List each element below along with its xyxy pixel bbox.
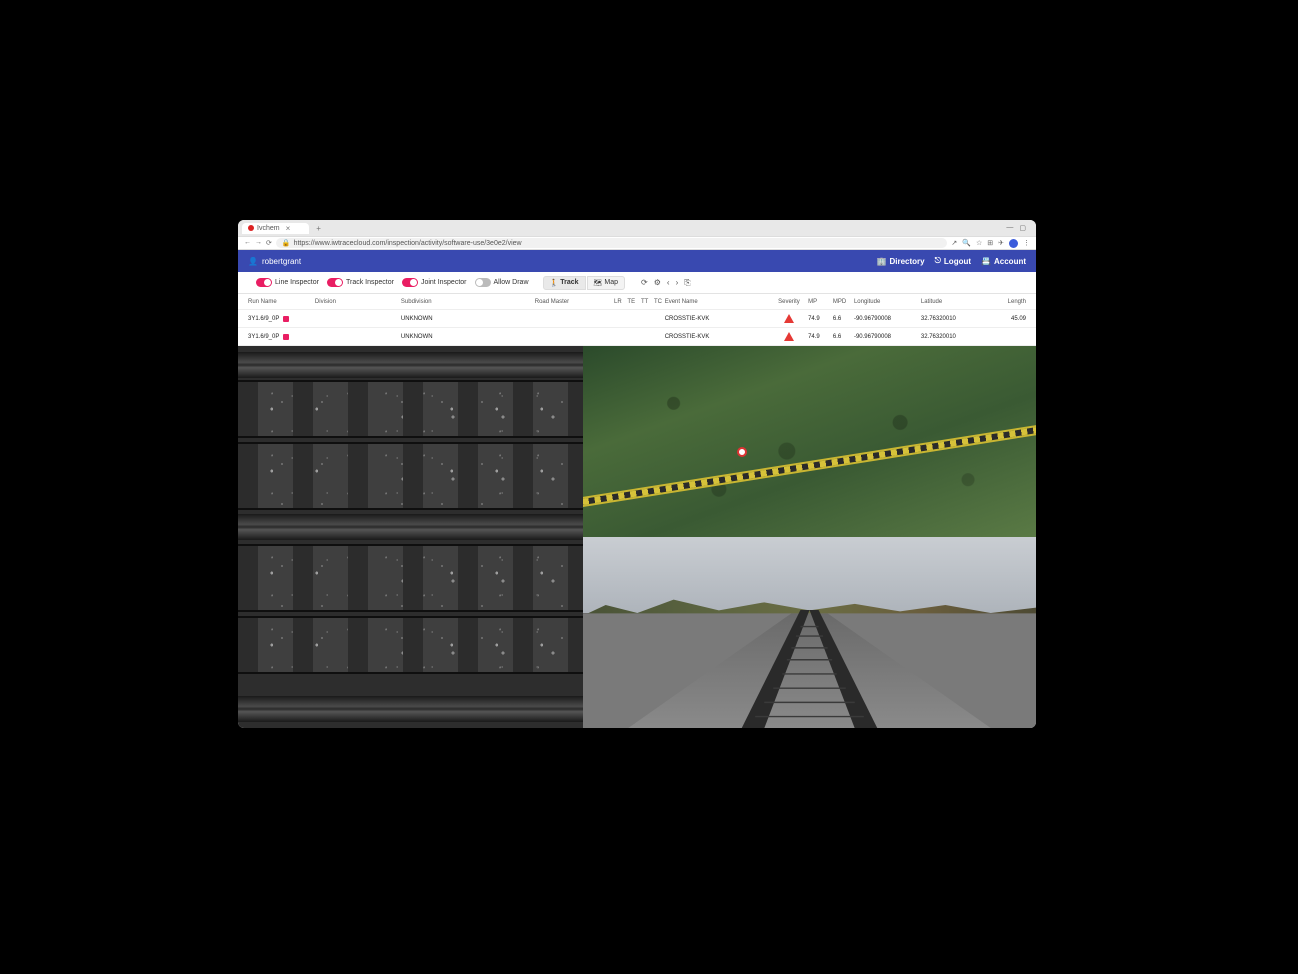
toggle-switch-icon [402, 278, 418, 287]
col-latitude-header[interactable]: Latitude [921, 299, 988, 305]
col-lr-header[interactable]: LR [611, 299, 624, 305]
browser-window: Ivchem × + — ▢ ← → ⟳ 🔒 https://www.iwtra… [238, 220, 1036, 728]
send-icon[interactable]: ✈ [998, 239, 1004, 247]
map-view-button[interactable]: 🗺 Map [587, 276, 626, 290]
browser-address-bar: ← → ⟳ 🔒 https://www.iwtracecloud.com/ins… [238, 236, 1036, 250]
export-icon[interactable]: ⎘ [684, 278, 690, 288]
col-mpd-header[interactable]: MPD [833, 299, 854, 305]
back-icon[interactable]: ← [244, 239, 251, 247]
toggle-switch-icon [256, 278, 272, 287]
scan-tie-row [238, 442, 583, 510]
zoom-icon[interactable]: 🔍 [962, 239, 971, 247]
app-top-bar: 👤 robertgrant 🏢 Directory ⎋ Logout 📇 Acc… [238, 250, 1036, 272]
menu-icon[interactable]: ⋮ [1023, 239, 1030, 247]
front-camera-panel[interactable] [583, 537, 1036, 728]
url-text: https://www.iwtracecloud.com/inspection/… [294, 240, 522, 247]
new-tab-button[interactable]: + [313, 224, 324, 233]
maximize-icon[interactable]: ▢ [1019, 224, 1026, 232]
filter-toolbar: Line Inspector Track Inspector Joint Ins… [238, 272, 1036, 294]
camera-rails [583, 610, 1036, 728]
scan-tie-row [238, 616, 583, 674]
table-row[interactable]: 3Y1.6/9_0P UNKNOWN CROSSTIE-KVK 74.9 6.6… [238, 310, 1036, 328]
tab-title: Ivchem [257, 225, 280, 232]
logout-icon: ⎋ [935, 256, 941, 266]
scan-rail [238, 696, 583, 722]
col-roadmaster-header[interactable]: Road Master [535, 299, 611, 305]
browser-tab-bar: Ivchem × + — ▢ [238, 220, 1036, 236]
close-tab-icon[interactable]: × [283, 224, 294, 233]
track-inspector-toggle[interactable]: Track Inspector [327, 278, 394, 287]
col-te-header[interactable]: TE [625, 299, 638, 305]
camera-sky [583, 537, 1036, 613]
table-row[interactable]: 3Y1.6/9_0P UNKNOWN CROSSTIE-KVK 74.9 6.6… [238, 328, 1036, 346]
refresh-icon[interactable]: ⟳ [641, 278, 648, 288]
logout-button[interactable]: ⎋ Logout [935, 256, 971, 266]
map-icon: 🗺 [594, 279, 603, 287]
severity-warning-icon [784, 314, 794, 323]
view-panels [238, 346, 1036, 728]
col-tt-header[interactable]: TT [638, 299, 651, 305]
username: robertgrant [262, 257, 301, 266]
scan-rail [238, 352, 583, 378]
flag-icon [283, 316, 289, 322]
next-icon[interactable]: › [676, 278, 679, 288]
col-subdivision-header[interactable]: Subdivision [401, 299, 535, 305]
account-icon: 📇 [981, 257, 991, 266]
table-header-row: Run Name Division Subdivision Road Maste… [238, 294, 1036, 310]
forward-icon[interactable]: → [255, 239, 262, 247]
settings-icon[interactable]: ⚙ [654, 278, 661, 288]
user-icon: 👤 [248, 257, 258, 266]
tab-favicon-icon [248, 225, 254, 231]
severity-warning-icon [784, 332, 794, 341]
minimize-icon[interactable]: — [1006, 224, 1013, 232]
lock-icon: 🔒 [282, 239, 291, 247]
directory-button[interactable]: 🏢 Directory [877, 256, 925, 266]
col-longitude-header[interactable]: Longitude [854, 299, 921, 305]
joint-inspector-toggle[interactable]: Joint Inspector [402, 278, 467, 287]
share-icon[interactable]: ↗ [951, 239, 957, 247]
line-inspector-toggle[interactable]: Line Inspector [256, 278, 319, 287]
satellite-map-panel[interactable] [583, 346, 1036, 537]
toggle-switch-icon [327, 278, 343, 287]
profile-avatar-icon[interactable] [1009, 239, 1018, 248]
col-mp-header[interactable]: MP [808, 299, 833, 305]
col-event-header[interactable]: Event Name [665, 299, 770, 305]
person-icon: 🚶 [550, 279, 559, 287]
col-division-header[interactable]: Division [315, 299, 401, 305]
directory-icon: 🏢 [877, 257, 887, 266]
flag-icon [283, 334, 289, 340]
bookmark-icon[interactable]: ☆ [976, 239, 982, 247]
url-input[interactable]: 🔒 https://www.iwtracecloud.com/inspectio… [276, 238, 948, 248]
allow-draw-toggle[interactable]: Allow Draw [475, 278, 529, 287]
track-view-button[interactable]: 🚶 Track [543, 276, 586, 290]
track-scan-panel[interactable] [238, 346, 583, 728]
browser-tab[interactable]: Ivchem × [242, 223, 309, 234]
scan-tie-row [238, 380, 583, 438]
prev-icon[interactable]: ‹ [667, 278, 670, 288]
reload-icon[interactable]: ⟳ [266, 239, 272, 247]
col-severity-header[interactable]: Severity [770, 299, 808, 305]
scan-tie-row [238, 544, 583, 612]
col-run-header[interactable]: Run Name [248, 299, 315, 305]
scan-rail [238, 514, 583, 540]
account-button[interactable]: 📇 Account [981, 256, 1026, 266]
extensions-icon[interactable]: ⊞ [987, 239, 993, 247]
col-tc-header[interactable]: TC [651, 299, 664, 305]
col-length-header[interactable]: Length [988, 299, 1026, 305]
toggle-switch-icon [475, 278, 491, 287]
